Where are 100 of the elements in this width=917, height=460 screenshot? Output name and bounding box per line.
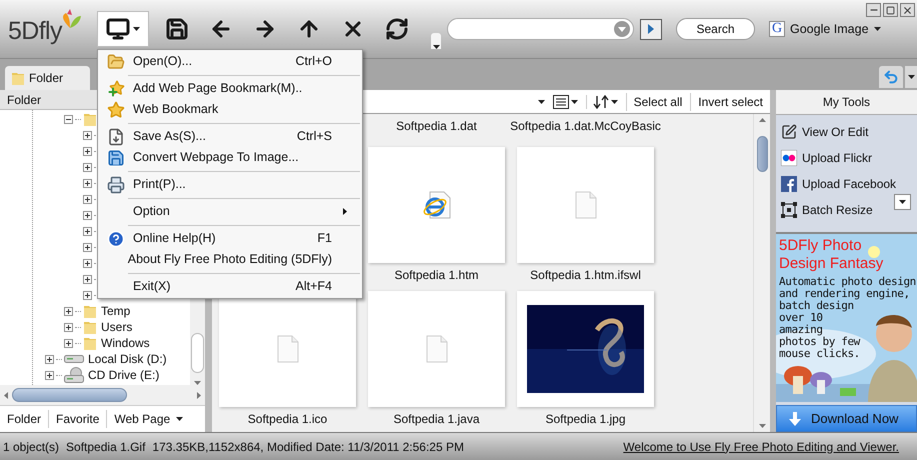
expand-toggle[interactable] bbox=[45, 370, 54, 380]
download-now-button[interactable]: Download Now bbox=[776, 405, 917, 432]
expand-toggle[interactable] bbox=[83, 194, 92, 204]
tool-item[interactable]: Upload Flickr bbox=[781, 145, 912, 171]
refresh-icon bbox=[385, 17, 409, 41]
menu-item[interactable]: Open(O)... Ctrl+O bbox=[98, 51, 362, 72]
caret-icon bbox=[570, 100, 578, 104]
panel-tab[interactable]: Favorite bbox=[48, 410, 106, 428]
expand-toggle[interactable] bbox=[83, 130, 92, 140]
resize-frame-icon bbox=[781, 202, 797, 218]
file-name: Softpedia 1.htm.ifswl bbox=[530, 267, 641, 283]
plus-icon bbox=[85, 260, 90, 266]
toolbar-button[interactable] bbox=[97, 11, 149, 47]
welcome-link[interactable]: Welcome to Use Fly Free Photo Editing and Viewer. bbox=[623, 438, 899, 456]
web-document-icon bbox=[422, 190, 452, 220]
two-dots-icon bbox=[781, 150, 797, 166]
expand-toggle[interactable] bbox=[83, 258, 92, 268]
expand-toggle[interactable] bbox=[45, 354, 54, 364]
menu-item[interactable]: About Fly Free Photo Editing (5DFly) bbox=[98, 249, 362, 270]
save-as-icon bbox=[106, 128, 124, 146]
search-button[interactable]: Search bbox=[676, 18, 755, 40]
expand-toggle[interactable] bbox=[83, 226, 92, 236]
dropdown-button[interactable] bbox=[894, 194, 911, 210]
menu-item[interactable]: Convert Webpage To Image... bbox=[98, 147, 362, 168]
panel-tab[interactable]: Web Page bbox=[106, 410, 190, 428]
caret-icon bbox=[610, 100, 618, 104]
expand-toggle[interactable] bbox=[83, 210, 92, 220]
expand-toggle[interactable] bbox=[83, 242, 92, 252]
go-button[interactable] bbox=[640, 18, 662, 40]
file-name: Softpedia 1.dat.McCoyBasic bbox=[510, 118, 661, 135]
tab-list-button[interactable] bbox=[905, 66, 917, 88]
scroll-left-icon bbox=[4, 392, 8, 398]
tool-item[interactable]: Batch Resize bbox=[781, 197, 912, 223]
ad-title: 5DFly Photo Design Fantasy bbox=[779, 237, 884, 273]
expand-toggle[interactable] bbox=[64, 338, 73, 348]
plus-icon bbox=[85, 276, 90, 282]
scrollbar-thumb[interactable] bbox=[191, 333, 204, 373]
printer-icon bbox=[106, 176, 124, 194]
tree-item[interactable]: Temp bbox=[101, 302, 130, 320]
expand-toggle[interactable] bbox=[64, 306, 73, 316]
panel-tab[interactable]: Folder bbox=[0, 410, 48, 428]
menu-item[interactable]: Print(P)... bbox=[98, 174, 362, 195]
close-button[interactable] bbox=[900, 3, 915, 17]
expand-toggle[interactable] bbox=[83, 162, 92, 172]
tool-item[interactable]: View Or Edit bbox=[781, 119, 912, 145]
status-text: 173.35KB,1152x864, Modified Date: 11/3/2011 2:56:25 PM bbox=[152, 438, 464, 456]
status-text: 1 object(s) bbox=[3, 438, 60, 456]
caret-icon bbox=[908, 75, 914, 79]
app-logo: 5Dfly bbox=[8, 19, 62, 44]
expand-toggle[interactable] bbox=[83, 290, 92, 300]
blank-document-icon bbox=[276, 335, 298, 363]
open-folder-icon bbox=[106, 52, 124, 70]
minus-icon bbox=[66, 116, 71, 122]
toolbar-overflow-button[interactable] bbox=[431, 33, 441, 49]
plus-icon bbox=[66, 324, 71, 330]
close-icon bbox=[902, 4, 913, 16]
view-mode-button[interactable] bbox=[552, 94, 578, 108]
scrollbar-thumb[interactable] bbox=[756, 136, 768, 172]
tree-item[interactable]: CD Drive (E:) bbox=[88, 366, 160, 384]
expand-toggle[interactable] bbox=[83, 178, 92, 188]
address-field[interactable] bbox=[447, 18, 634, 40]
vertical-scrollbar[interactable] bbox=[753, 114, 770, 432]
cd-drive-icon bbox=[64, 367, 84, 383]
tab[interactable]: Folder bbox=[5, 66, 90, 90]
file-name: Softpedia 1.dat bbox=[396, 118, 477, 135]
blank-document-icon bbox=[574, 191, 596, 219]
file-thumbnail[interactable] bbox=[368, 147, 505, 263]
sort-button[interactable] bbox=[586, 94, 618, 108]
list-view-icon bbox=[552, 94, 569, 108]
menu-item[interactable]: Option bbox=[98, 201, 362, 222]
menu-item[interactable]: Save As(S)... Ctrl+S bbox=[98, 126, 362, 147]
menu-item[interactable]: Online Help(H) F1 bbox=[98, 228, 362, 249]
toolbar-text-button[interactable]: Invert select bbox=[690, 92, 763, 110]
folder-icon bbox=[83, 111, 97, 127]
file-thumbnail[interactable] bbox=[517, 147, 654, 263]
plus-icon bbox=[66, 340, 71, 346]
maximize-button[interactable] bbox=[883, 3, 898, 17]
menu-item[interactable]: Exit(X) Alt+F4 bbox=[98, 276, 362, 297]
tree-item[interactable]: Local Disk (D:) bbox=[88, 350, 167, 368]
file-thumbnail[interactable] bbox=[517, 291, 654, 407]
minimize-button[interactable] bbox=[866, 3, 881, 17]
status-text: Softpedia 1.Gif bbox=[66, 438, 146, 456]
plus-icon bbox=[47, 356, 52, 362]
search-engine-selector[interactable]: G Google Image bbox=[769, 20, 881, 38]
scrollbar-thumb[interactable] bbox=[12, 388, 127, 402]
expand-toggle[interactable] bbox=[83, 274, 92, 284]
horizontal-scrollbar[interactable] bbox=[0, 385, 205, 405]
expand-toggle[interactable] bbox=[83, 146, 92, 156]
plus-icon bbox=[85, 164, 90, 170]
folder-icon bbox=[83, 335, 97, 351]
plus-icon bbox=[85, 132, 90, 138]
expand-toggle[interactable] bbox=[64, 322, 73, 332]
folder-icon bbox=[83, 303, 97, 319]
file-thumbnail[interactable] bbox=[368, 291, 505, 407]
collapse-toggle[interactable] bbox=[64, 114, 73, 124]
dropdown-caret-icon bbox=[538, 100, 545, 104]
tree-item[interactable]: Users bbox=[101, 318, 132, 336]
pen-on-page-icon bbox=[781, 124, 797, 140]
tree-item[interactable]: Windows bbox=[101, 334, 150, 352]
toolbar-text-button[interactable]: Select all bbox=[626, 92, 682, 110]
